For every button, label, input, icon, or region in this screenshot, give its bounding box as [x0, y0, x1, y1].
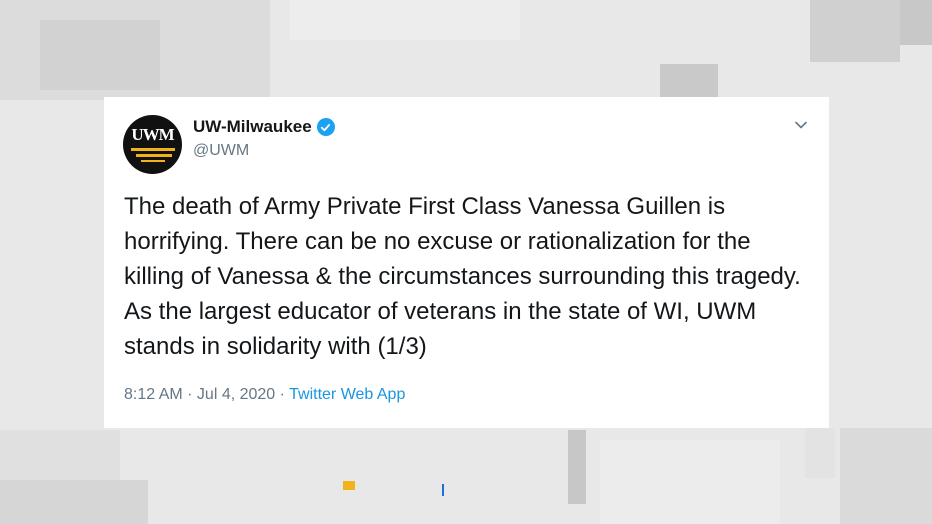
background-block [600, 440, 780, 524]
blue-accent [442, 484, 444, 496]
separator: · [182, 386, 197, 403]
background-block [805, 428, 835, 478]
logo-stripe [136, 154, 172, 157]
background-block [568, 430, 586, 504]
background-block [900, 0, 932, 45]
author-name-row[interactable]: UW-Milwaukee [193, 117, 335, 137]
avatar-logo-text: UWM [131, 125, 174, 144]
background-block [0, 480, 148, 524]
tweet-date[interactable]: Jul 4, 2020 [197, 386, 275, 403]
background-block [840, 428, 932, 524]
chevron-down-icon[interactable] [793, 117, 809, 133]
logo-stripe [131, 148, 175, 151]
tweet-card: UWM UW-Milwaukee @UWM The death of Army … [104, 97, 829, 428]
avatar[interactable]: UWM [123, 115, 182, 174]
separator: · [275, 386, 290, 403]
background-block [40, 20, 160, 90]
tweet-text: The death of Army Private First Class Va… [124, 193, 801, 360]
tweet-source-link[interactable]: Twitter Web App [289, 386, 405, 403]
background-block [810, 0, 900, 62]
yellow-accent [343, 481, 355, 490]
tweet-metadata: 8:12 AM · Jul 4, 2020 · Twitter Web App [124, 386, 405, 404]
tweet-time[interactable]: 8:12 AM [124, 386, 183, 403]
user-handle[interactable]: @UWM [193, 142, 249, 160]
background-block [660, 64, 718, 98]
verified-badge-icon [316, 118, 335, 136]
display-name[interactable]: UW-Milwaukee [193, 117, 312, 137]
logo-stripe [141, 160, 165, 162]
background-block [290, 0, 520, 40]
